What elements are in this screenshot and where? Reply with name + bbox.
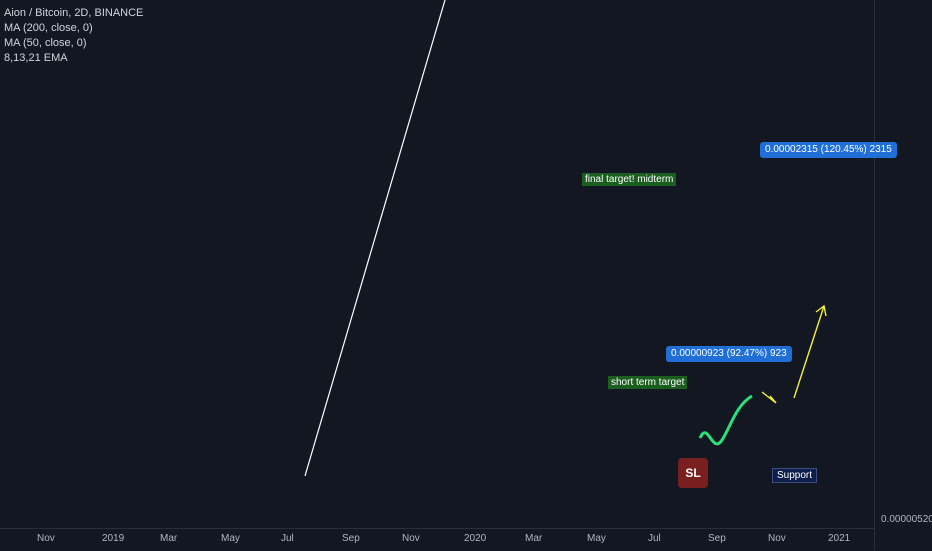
legend-ma50: MA (50, close, 0)	[4, 37, 87, 49]
time-tick-label: May	[221, 533, 240, 544]
time-tick-label: 2019	[102, 533, 125, 544]
time-tick-label: Jul	[281, 533, 294, 544]
price-axis[interactable]: 0.000065000.000060000.000055000.00005000…	[874, 0, 932, 550]
time-tick-label: 2020	[464, 533, 487, 544]
time-tick-label: 2021	[828, 533, 851, 544]
time-tick-label: Jul	[648, 533, 661, 544]
short-target-label: short term target	[608, 376, 688, 389]
sl-badge: SL	[678, 458, 708, 488]
price-tick-label: 0.00000520	[881, 514, 932, 525]
time-tick-label: Nov	[402, 533, 420, 544]
chart-legend: Aion / Bitcoin, 2D, BINANCE MA (200, clo…	[4, 6, 143, 66]
time-tick-label: Sep	[342, 533, 360, 544]
long-measure-box: 0.00002315 (120.45%) 2315	[760, 142, 897, 158]
time-tick-label: Sep	[708, 533, 726, 544]
support-label: Support	[772, 468, 818, 483]
legend-ema: 8,13,21 EMA	[4, 52, 68, 64]
legend-symbol: Aion / Bitcoin, 2D, BINANCE	[4, 7, 144, 19]
time-tick-label: Nov	[768, 533, 786, 544]
time-tick-label: May	[587, 533, 606, 544]
time-tick-label: Mar	[160, 533, 178, 544]
legend-ma200: MA (200, close, 0)	[4, 22, 93, 34]
time-axis[interactable]: Nov 2019 Mar May Jul Sep Nov 2020 Mar May Jul Sep No…	[0, 528, 874, 551]
short-measure-box: 0.00000923 (92.47%) 923	[666, 346, 792, 362]
final-target-label: final target! midterm	[582, 173, 677, 186]
time-tick-label: Mar	[525, 533, 543, 544]
time-tick-label: Nov	[37, 533, 55, 544]
